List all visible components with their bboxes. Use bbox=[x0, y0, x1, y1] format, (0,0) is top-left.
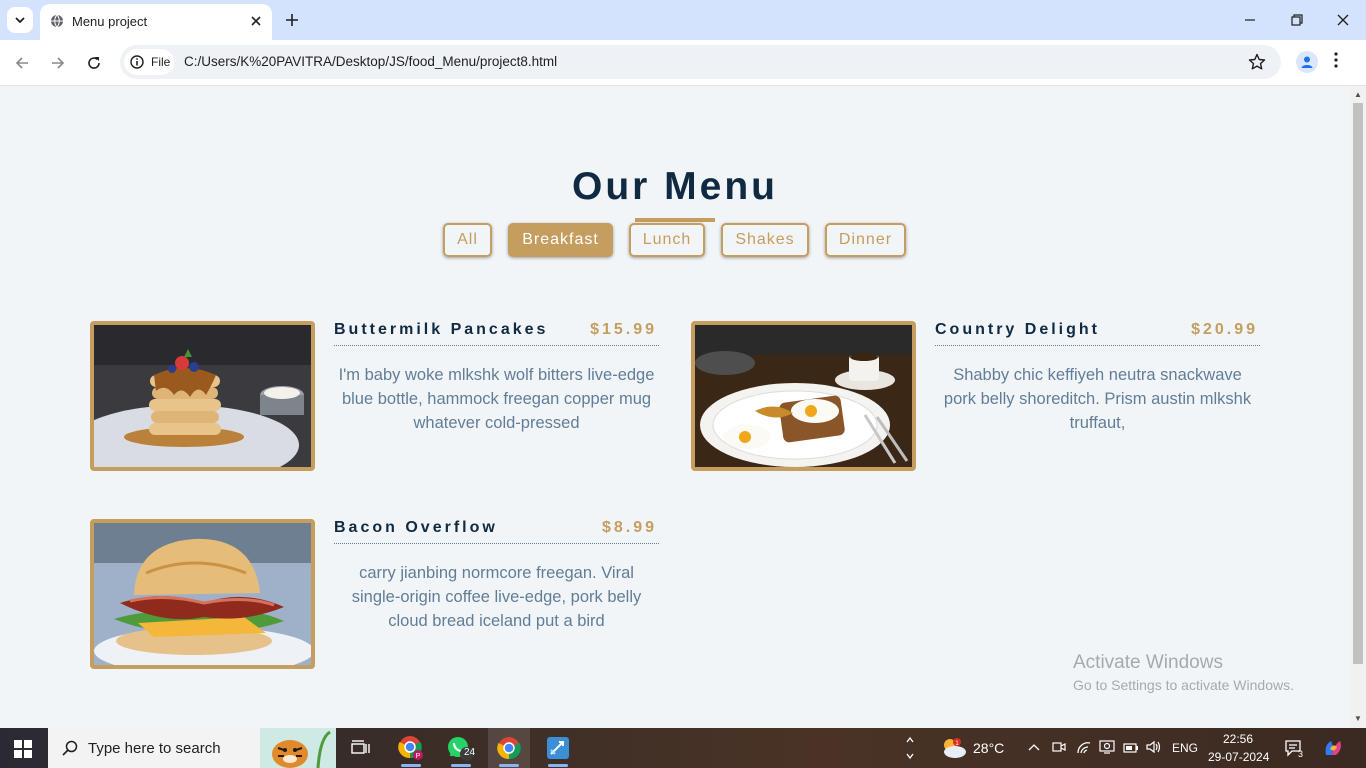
close-window-icon[interactable] bbox=[1333, 10, 1353, 30]
copilot-icon[interactable] bbox=[1322, 737, 1344, 764]
browser-tab[interactable]: Menu project bbox=[40, 4, 272, 40]
item-header: Country Delight $20.99 bbox=[935, 321, 1260, 346]
volume-icon[interactable] bbox=[1146, 740, 1162, 759]
search-icon bbox=[62, 740, 78, 761]
pancake-stack-photo bbox=[90, 321, 315, 471]
weather-temperature[interactable]: 28°C bbox=[973, 740, 1004, 756]
bookmark-star-icon[interactable] bbox=[1248, 53, 1266, 76]
tab-search-button[interactable] bbox=[7, 7, 33, 33]
clock-date[interactable]: 29-07-2024 bbox=[1208, 750, 1269, 764]
item-description: I'm baby woke mlkshk wolf bitters live-e… bbox=[338, 366, 655, 432]
item-price: $8.99 bbox=[601, 519, 657, 536]
browser-toolbar: File C:/Users/K%20PAVITRA/Desktop/JS/foo… bbox=[0, 40, 1366, 86]
browser-tabstrip: Menu project bbox=[0, 0, 1366, 40]
tiger-illustration-icon bbox=[260, 728, 336, 768]
filter-lunch-button[interactable]: Lunch bbox=[629, 223, 705, 257]
scroll-up-arrow-icon[interactable]: ▲ bbox=[1353, 90, 1363, 100]
restore-icon[interactable] bbox=[1287, 10, 1307, 30]
chrome-profile-icon[interactable]: P bbox=[390, 728, 432, 768]
filter-dinner-button[interactable]: Dinner bbox=[825, 223, 906, 257]
item-description: Shabby chic keffiyeh neutra snackwave po… bbox=[943, 366, 1252, 432]
forward-arrow-icon[interactable] bbox=[47, 52, 69, 74]
eggs-toast-photo bbox=[691, 321, 916, 471]
item-description: carry jianbing normcore freegan. Viral s… bbox=[351, 564, 642, 630]
filter-shakes-button[interactable]: Shakes bbox=[721, 223, 809, 257]
item-header: Buttermilk Pancakes $15.99 bbox=[334, 321, 659, 346]
taskbar-scroll-icon[interactable] bbox=[900, 728, 920, 768]
menu-item: Country Delight $20.99 Shabby chic keffi… bbox=[691, 321, 1261, 471]
filter-all-button[interactable]: All bbox=[443, 223, 492, 257]
tab-title: Menu project bbox=[72, 14, 148, 29]
item-name: Bacon Overflow bbox=[334, 519, 498, 536]
menu-item: Buttermilk Pancakes $15.99 I'm baby woke… bbox=[90, 321, 660, 471]
filter-breakfast-button[interactable]: Breakfast bbox=[508, 223, 613, 257]
url-text[interactable]: C:/Users/K%20PAVITRA/Desktop/JS/food_Men… bbox=[184, 54, 557, 69]
activate-windows-title: Activate Windows bbox=[1073, 652, 1223, 673]
item-header: Bacon Overflow $8.99 bbox=[334, 519, 659, 544]
close-tab-icon[interactable] bbox=[248, 13, 264, 29]
display-settings-icon[interactable] bbox=[1099, 739, 1115, 760]
whatsapp-badge-count: 24 bbox=[464, 747, 476, 758]
wifi-icon[interactable] bbox=[1076, 740, 1092, 759]
scroll-down-arrow-icon[interactable]: ▼ bbox=[1353, 714, 1363, 724]
site-info-label: File bbox=[151, 55, 171, 69]
windows-start-icon[interactable] bbox=[14, 740, 32, 763]
activate-windows-subtitle: Go to Settings to activate Windows. bbox=[1073, 677, 1294, 693]
reload-icon[interactable] bbox=[83, 52, 105, 74]
globe-icon bbox=[50, 14, 64, 33]
page-scrollbar[interactable]: ▲ ▼ bbox=[1350, 87, 1366, 728]
page-title: Our Menu bbox=[572, 165, 778, 208]
weather-cloud-icon[interactable]: 1 bbox=[940, 736, 968, 765]
item-price: $15.99 bbox=[590, 321, 657, 338]
whatsapp-icon[interactable]: 24 bbox=[440, 728, 482, 768]
site-info-chip[interactable]: File bbox=[124, 49, 174, 75]
chevron-down-icon bbox=[15, 17, 25, 24]
taskbar-search-placeholder: Type here to search bbox=[88, 740, 221, 757]
chrome-icon[interactable] bbox=[488, 728, 530, 768]
new-tab-icon[interactable] bbox=[282, 10, 302, 30]
item-name: Buttermilk Pancakes bbox=[334, 321, 549, 338]
info-icon bbox=[130, 55, 144, 74]
more-menu-icon[interactable] bbox=[1334, 52, 1338, 73]
profile-avatar-icon[interactable] bbox=[1296, 51, 1318, 73]
language-indicator[interactable]: ENG bbox=[1172, 741, 1198, 755]
notification-count: 3 bbox=[1298, 749, 1304, 759]
battery-icon[interactable] bbox=[1123, 741, 1139, 759]
taskbar-search-box[interactable]: Type here to search bbox=[48, 728, 336, 768]
vscode-like-app-icon[interactable] bbox=[537, 728, 579, 768]
item-name: Country Delight bbox=[935, 321, 1100, 338]
task-view-icon[interactable] bbox=[340, 728, 382, 768]
svg-text:P: P bbox=[416, 753, 421, 760]
scroll-thumb[interactable] bbox=[1353, 103, 1363, 664]
item-price: $20.99 bbox=[1191, 321, 1258, 338]
camera-icon[interactable] bbox=[1052, 740, 1066, 759]
show-hidden-icons-icon[interactable] bbox=[1028, 741, 1040, 759]
menu-page: Our Menu All Breakfast Lunch Shakes Dinn… bbox=[0, 87, 1350, 728]
address-bar[interactable]: File C:/Users/K%20PAVITRA/Desktop/JS/foo… bbox=[120, 45, 1281, 79]
minimize-icon[interactable] bbox=[1240, 10, 1260, 30]
title-underline bbox=[635, 218, 715, 222]
back-arrow-icon[interactable] bbox=[11, 52, 33, 74]
clock-time[interactable]: 22:56 bbox=[1223, 732, 1253, 746]
windows-taskbar: Type here to search P 24 1 28°C ENG 22:5… bbox=[0, 728, 1366, 768]
bacon-biscuit-photo bbox=[90, 519, 315, 669]
menu-item: Bacon Overflow $8.99 carry jianbing norm… bbox=[90, 519, 660, 669]
